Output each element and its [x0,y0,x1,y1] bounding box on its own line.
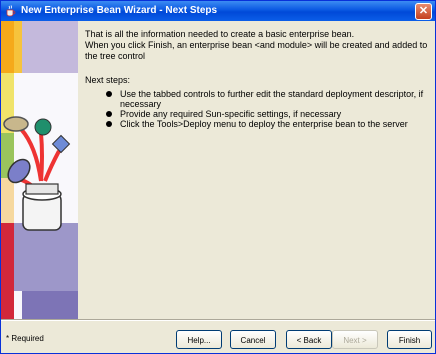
intro-text: That is all the information needed to cr… [85,29,430,62]
intro-line-1: That is all the information needed to cr… [85,29,355,39]
close-button[interactable]: ✕ [415,3,432,20]
wizard-window: New Enterprise Bean Wizard - Next Steps … [0,0,436,354]
wizard-sidebar-graphic [1,21,78,319]
list-item: Provide any required Sun-specific settin… [106,109,426,119]
java-cup-icon [6,5,16,17]
button-bar: * Required Help... Cancel < Back Next > … [1,321,435,353]
cancel-button[interactable]: Cancel [230,330,276,349]
window-title: New Enterprise Bean Wizard - Next Steps [21,5,218,16]
intro-line-2: When you click Finish, an enterprise bea… [85,40,428,61]
list-item: Use the tabbed controls to further edit … [106,89,426,109]
next-button[interactable]: Next > [332,330,378,349]
back-button[interactable]: < Back [286,330,332,349]
next-steps-heading: Next steps: [85,75,131,85]
title-bar[interactable]: New Enterprise Bean Wizard - Next Steps … [1,1,435,21]
list-item: Click the Tools>Deploy menu to deploy th… [106,119,426,129]
finish-button[interactable]: Finish [387,330,432,349]
content-panel: That is all the information needed to cr… [78,21,435,319]
required-note: * Required [6,334,44,343]
help-button[interactable]: Help... [176,330,222,349]
next-steps-list: Use the tabbed controls to further edit … [106,89,426,129]
